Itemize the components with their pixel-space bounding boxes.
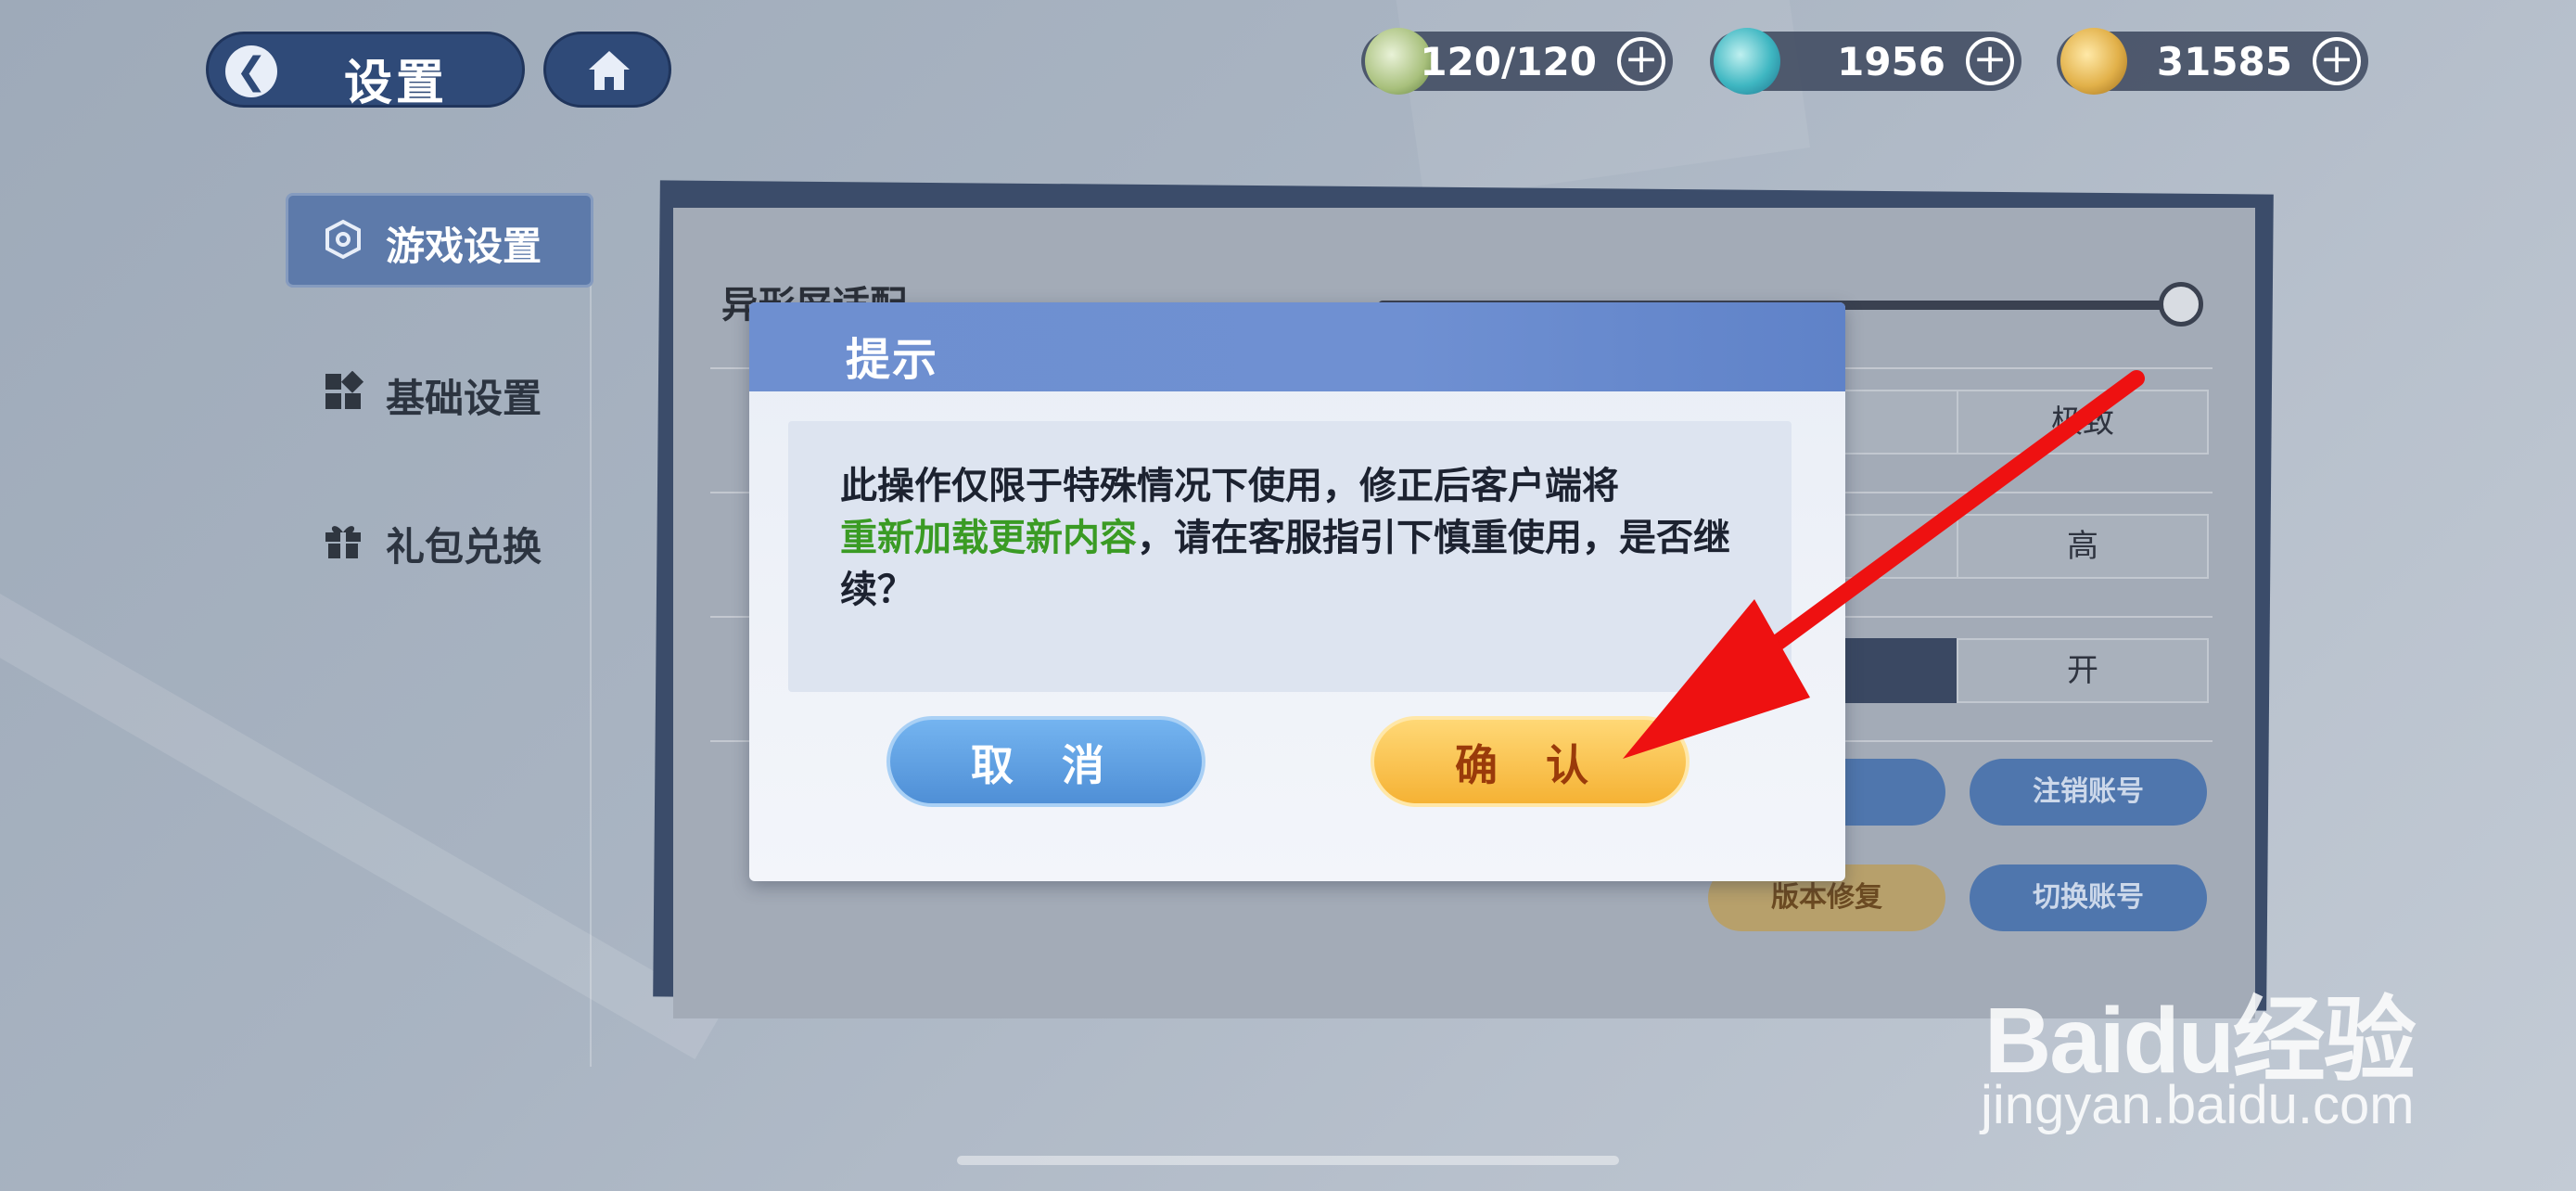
- baidu-watermark-url: jingyan.baidu.com: [1981, 1075, 2415, 1135]
- home-indicator[interactable]: [957, 1156, 1619, 1165]
